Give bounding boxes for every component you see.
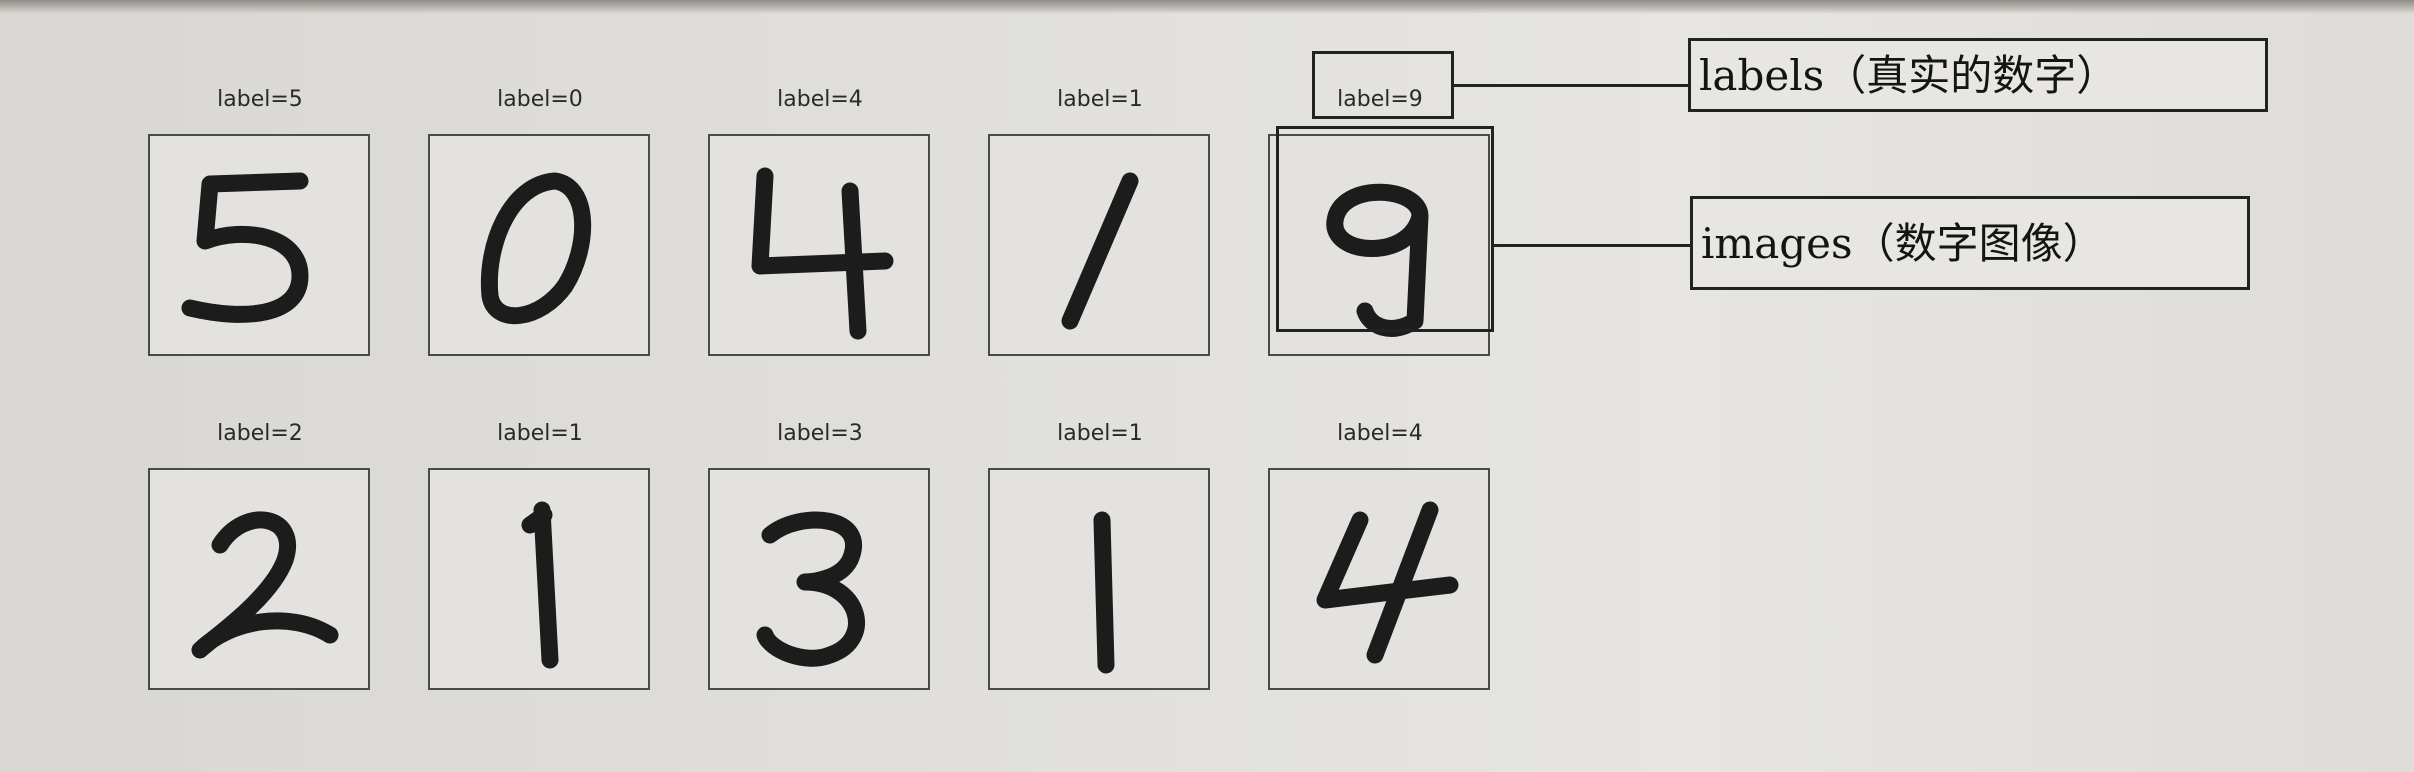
digit-label: label=1	[1057, 421, 1143, 446]
digit-glyph-4	[751, 167, 894, 340]
digit-image	[708, 134, 930, 356]
image-highlight-box	[1276, 126, 1494, 332]
digit-sample-2: label=2	[140, 420, 380, 710]
digit-sample-1: label=1	[420, 420, 660, 710]
label-highlight-box	[1312, 51, 1454, 119]
digit-sample-0: label=0	[420, 86, 660, 376]
digit-glyph-1	[1061, 172, 1139, 330]
digit-label: label=1	[1057, 87, 1143, 112]
digit-glyph-0	[480, 172, 592, 325]
digit-label: label=2	[217, 421, 303, 446]
labels-annotation-box: labels（真实的数字）	[1688, 38, 2268, 112]
digit-label: label=3	[777, 421, 863, 446]
digit-label: label=4	[1337, 421, 1423, 446]
digit-image	[148, 468, 370, 690]
digit-sample-1: label=1	[980, 86, 1220, 376]
digit-label: label=1	[497, 421, 583, 446]
digit-label: label=4	[777, 87, 863, 112]
digit-image	[708, 468, 930, 690]
digit-glyph-3	[756, 511, 865, 667]
digit-image	[988, 468, 1210, 690]
digit-sample-4: label=4	[700, 86, 940, 376]
digit-image	[1268, 468, 1490, 690]
labels-leader-line	[1454, 84, 1690, 87]
images-leader-line	[1494, 244, 1690, 247]
digit-glyph-1	[1093, 511, 1115, 674]
digit-image	[988, 134, 1210, 356]
digit-label: label=5	[217, 87, 303, 112]
page-top-edge	[0, 0, 2414, 14]
digit-label: label=0	[497, 87, 583, 112]
digit-sample-4: label=4	[1260, 420, 1500, 710]
digit-image	[428, 468, 650, 690]
digit-sample-5: label=5	[140, 86, 380, 376]
digit-sample-1: label=1	[980, 420, 1220, 710]
digit-image	[428, 134, 650, 356]
digit-glyph-4	[1316, 501, 1459, 664]
digit-glyph-1	[521, 501, 559, 669]
digit-glyph-5	[181, 172, 309, 323]
digit-sample-3: label=3	[700, 420, 940, 710]
digit-glyph-2	[191, 511, 339, 659]
digit-image	[148, 134, 370, 356]
images-annotation-box: images（数字图像）	[1690, 196, 2250, 290]
